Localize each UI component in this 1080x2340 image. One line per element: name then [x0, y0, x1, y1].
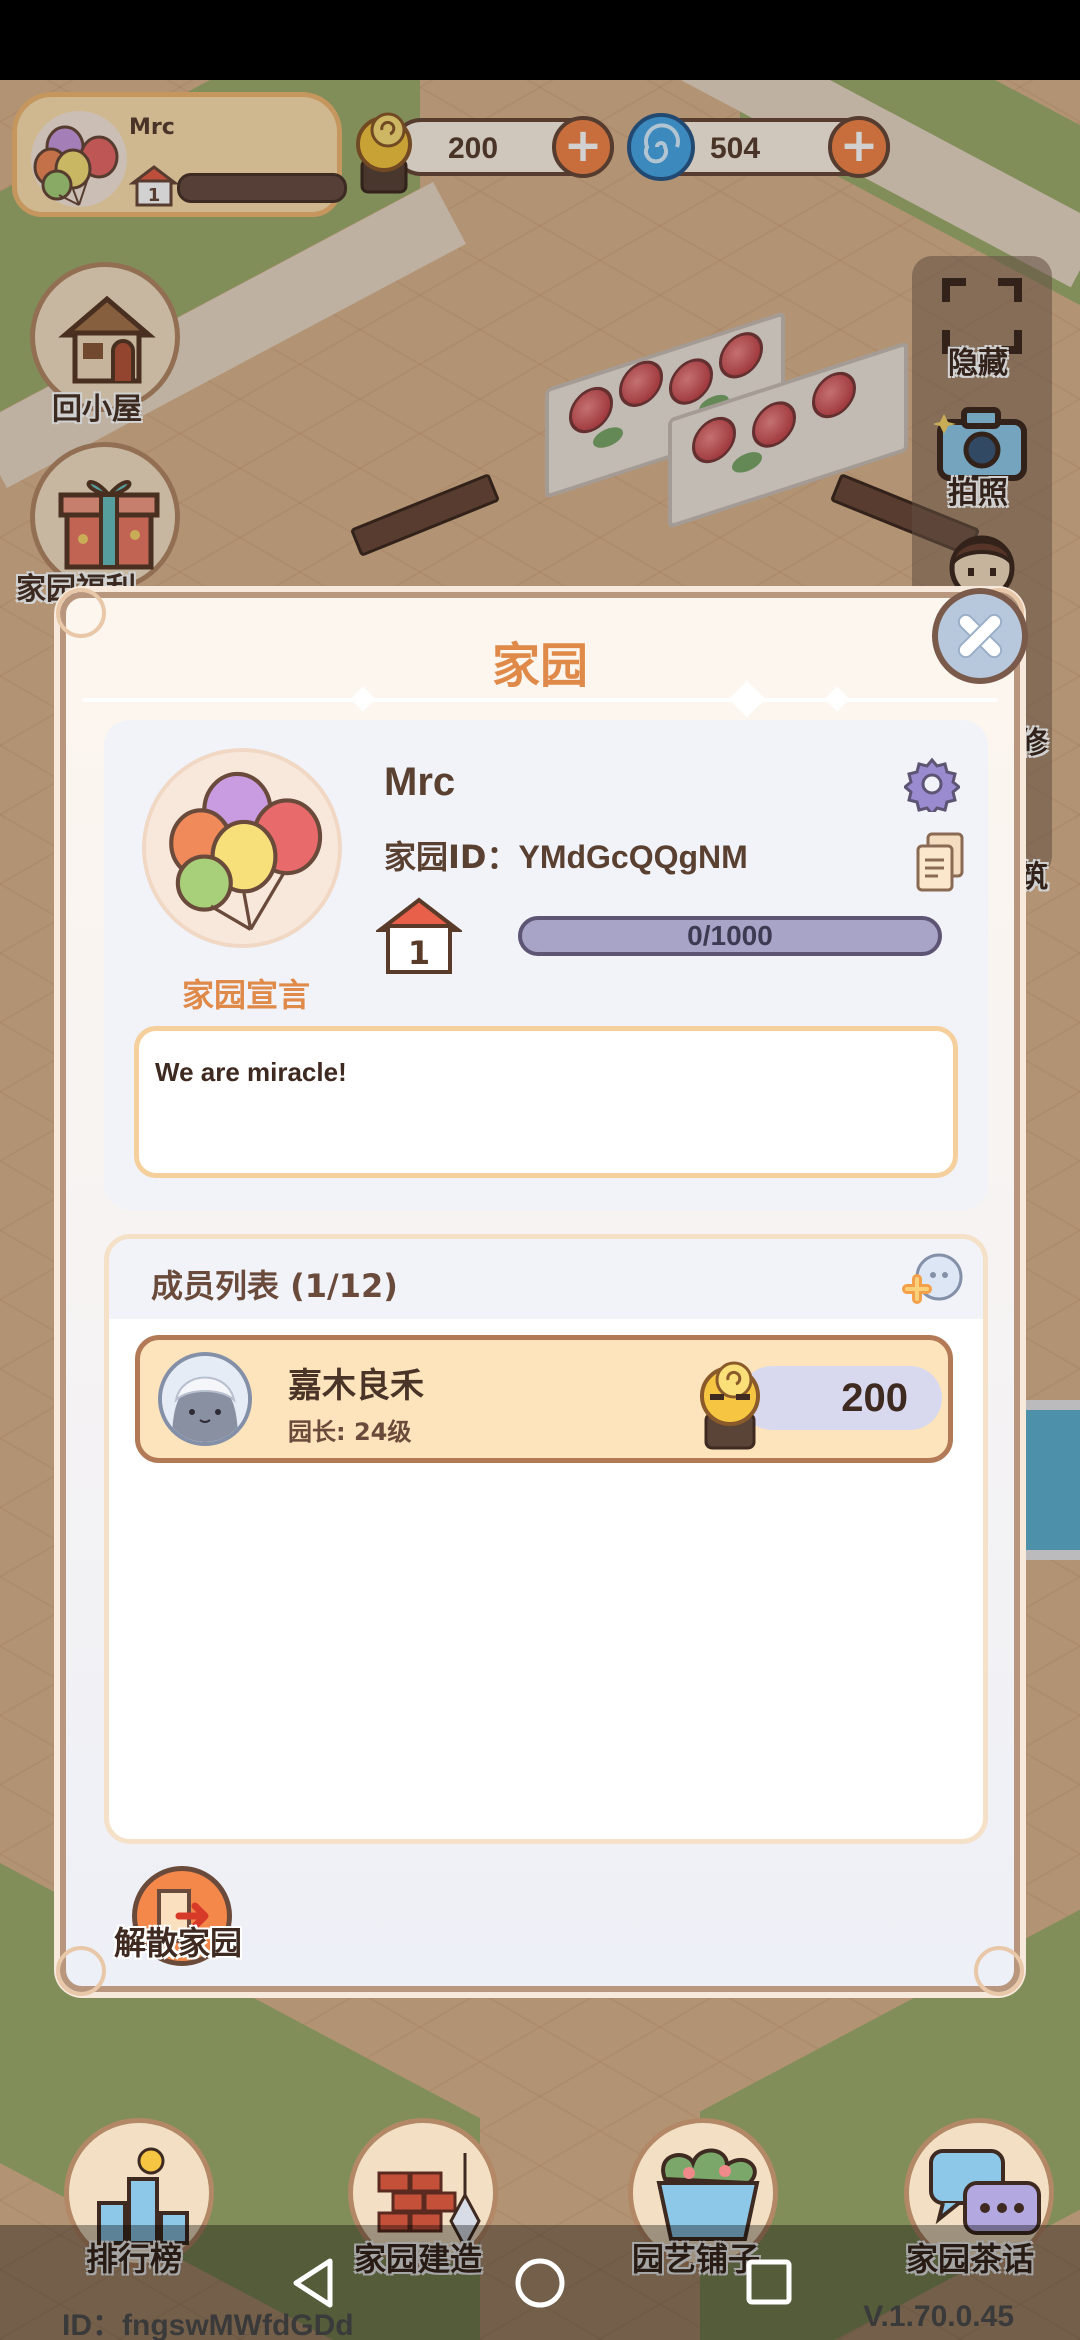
member-contribution: 200	[740, 1366, 942, 1430]
title-divider	[82, 698, 998, 702]
home-icon[interactable]	[512, 2255, 568, 2311]
copy-id-icon[interactable]	[914, 832, 966, 892]
user-id-text: ID：fngswMWfdGDd	[62, 2309, 354, 2340]
member-list-card: 成员列表 (1/12) 嘉木良禾 园长: 24级 200	[104, 1234, 988, 1844]
home-id-label: 家园ID：	[384, 838, 519, 876]
home-id-value: YMdGcQQgNM	[518, 839, 748, 875]
snail-coin-icon	[700, 1361, 760, 1450]
disband-home-button[interactable]: 解散家园	[108, 1866, 242, 1966]
disband-home-label: 解散家园	[114, 1924, 243, 1962]
corner-ornament	[56, 1946, 106, 1996]
home-avatar[interactable]	[142, 748, 342, 948]
recents-icon[interactable]	[744, 2257, 794, 2307]
version-text: V.1.70.0.45	[863, 2300, 1014, 2333]
home-level-house-icon: 1	[376, 897, 462, 974]
member-avatar	[158, 1352, 252, 1446]
invite-member-icon[interactable]	[899, 1249, 965, 1311]
dialog-title: 家园	[491, 638, 588, 694]
member-role: 园长: 24级	[288, 1418, 412, 1446]
member-row[interactable]: 嘉木良禾 园长: 24级 200	[135, 1335, 953, 1463]
balloons-icon	[169, 771, 323, 931]
close-dialog-button[interactable]	[932, 588, 1028, 684]
member-name: 嘉木良禾	[288, 1366, 424, 1406]
corner-ornament	[974, 1946, 1024, 1996]
cat-avatar-icon	[162, 1356, 248, 1442]
declaration-textbox[interactable]: We are miracle!	[134, 1026, 958, 1178]
home-info-card: Mrc 家园ID：YMdGcQQgNM 1 0/1000 家园宣言 We are…	[104, 720, 988, 1210]
home-id-row: 家园ID：YMdGcQQgNM	[384, 832, 748, 878]
home-exp-progress: 0/1000	[518, 916, 942, 956]
declaration-label: 家园宣言	[181, 976, 310, 1014]
member-list-title: 成员列表 (1/12)	[151, 1267, 398, 1305]
settings-gear-icon[interactable]	[904, 756, 960, 812]
member-list-header: 成员列表 (1/12)	[109, 1239, 983, 1319]
status-bar	[0, 0, 1080, 80]
home-info-dialog: 家园 Mrc 家园ID：YMdGcQQgNM 1 0/1000 家园宣言 We …	[56, 588, 1024, 1996]
home-name: Mrc	[384, 760, 456, 804]
home-level-number: 1	[408, 934, 430, 972]
